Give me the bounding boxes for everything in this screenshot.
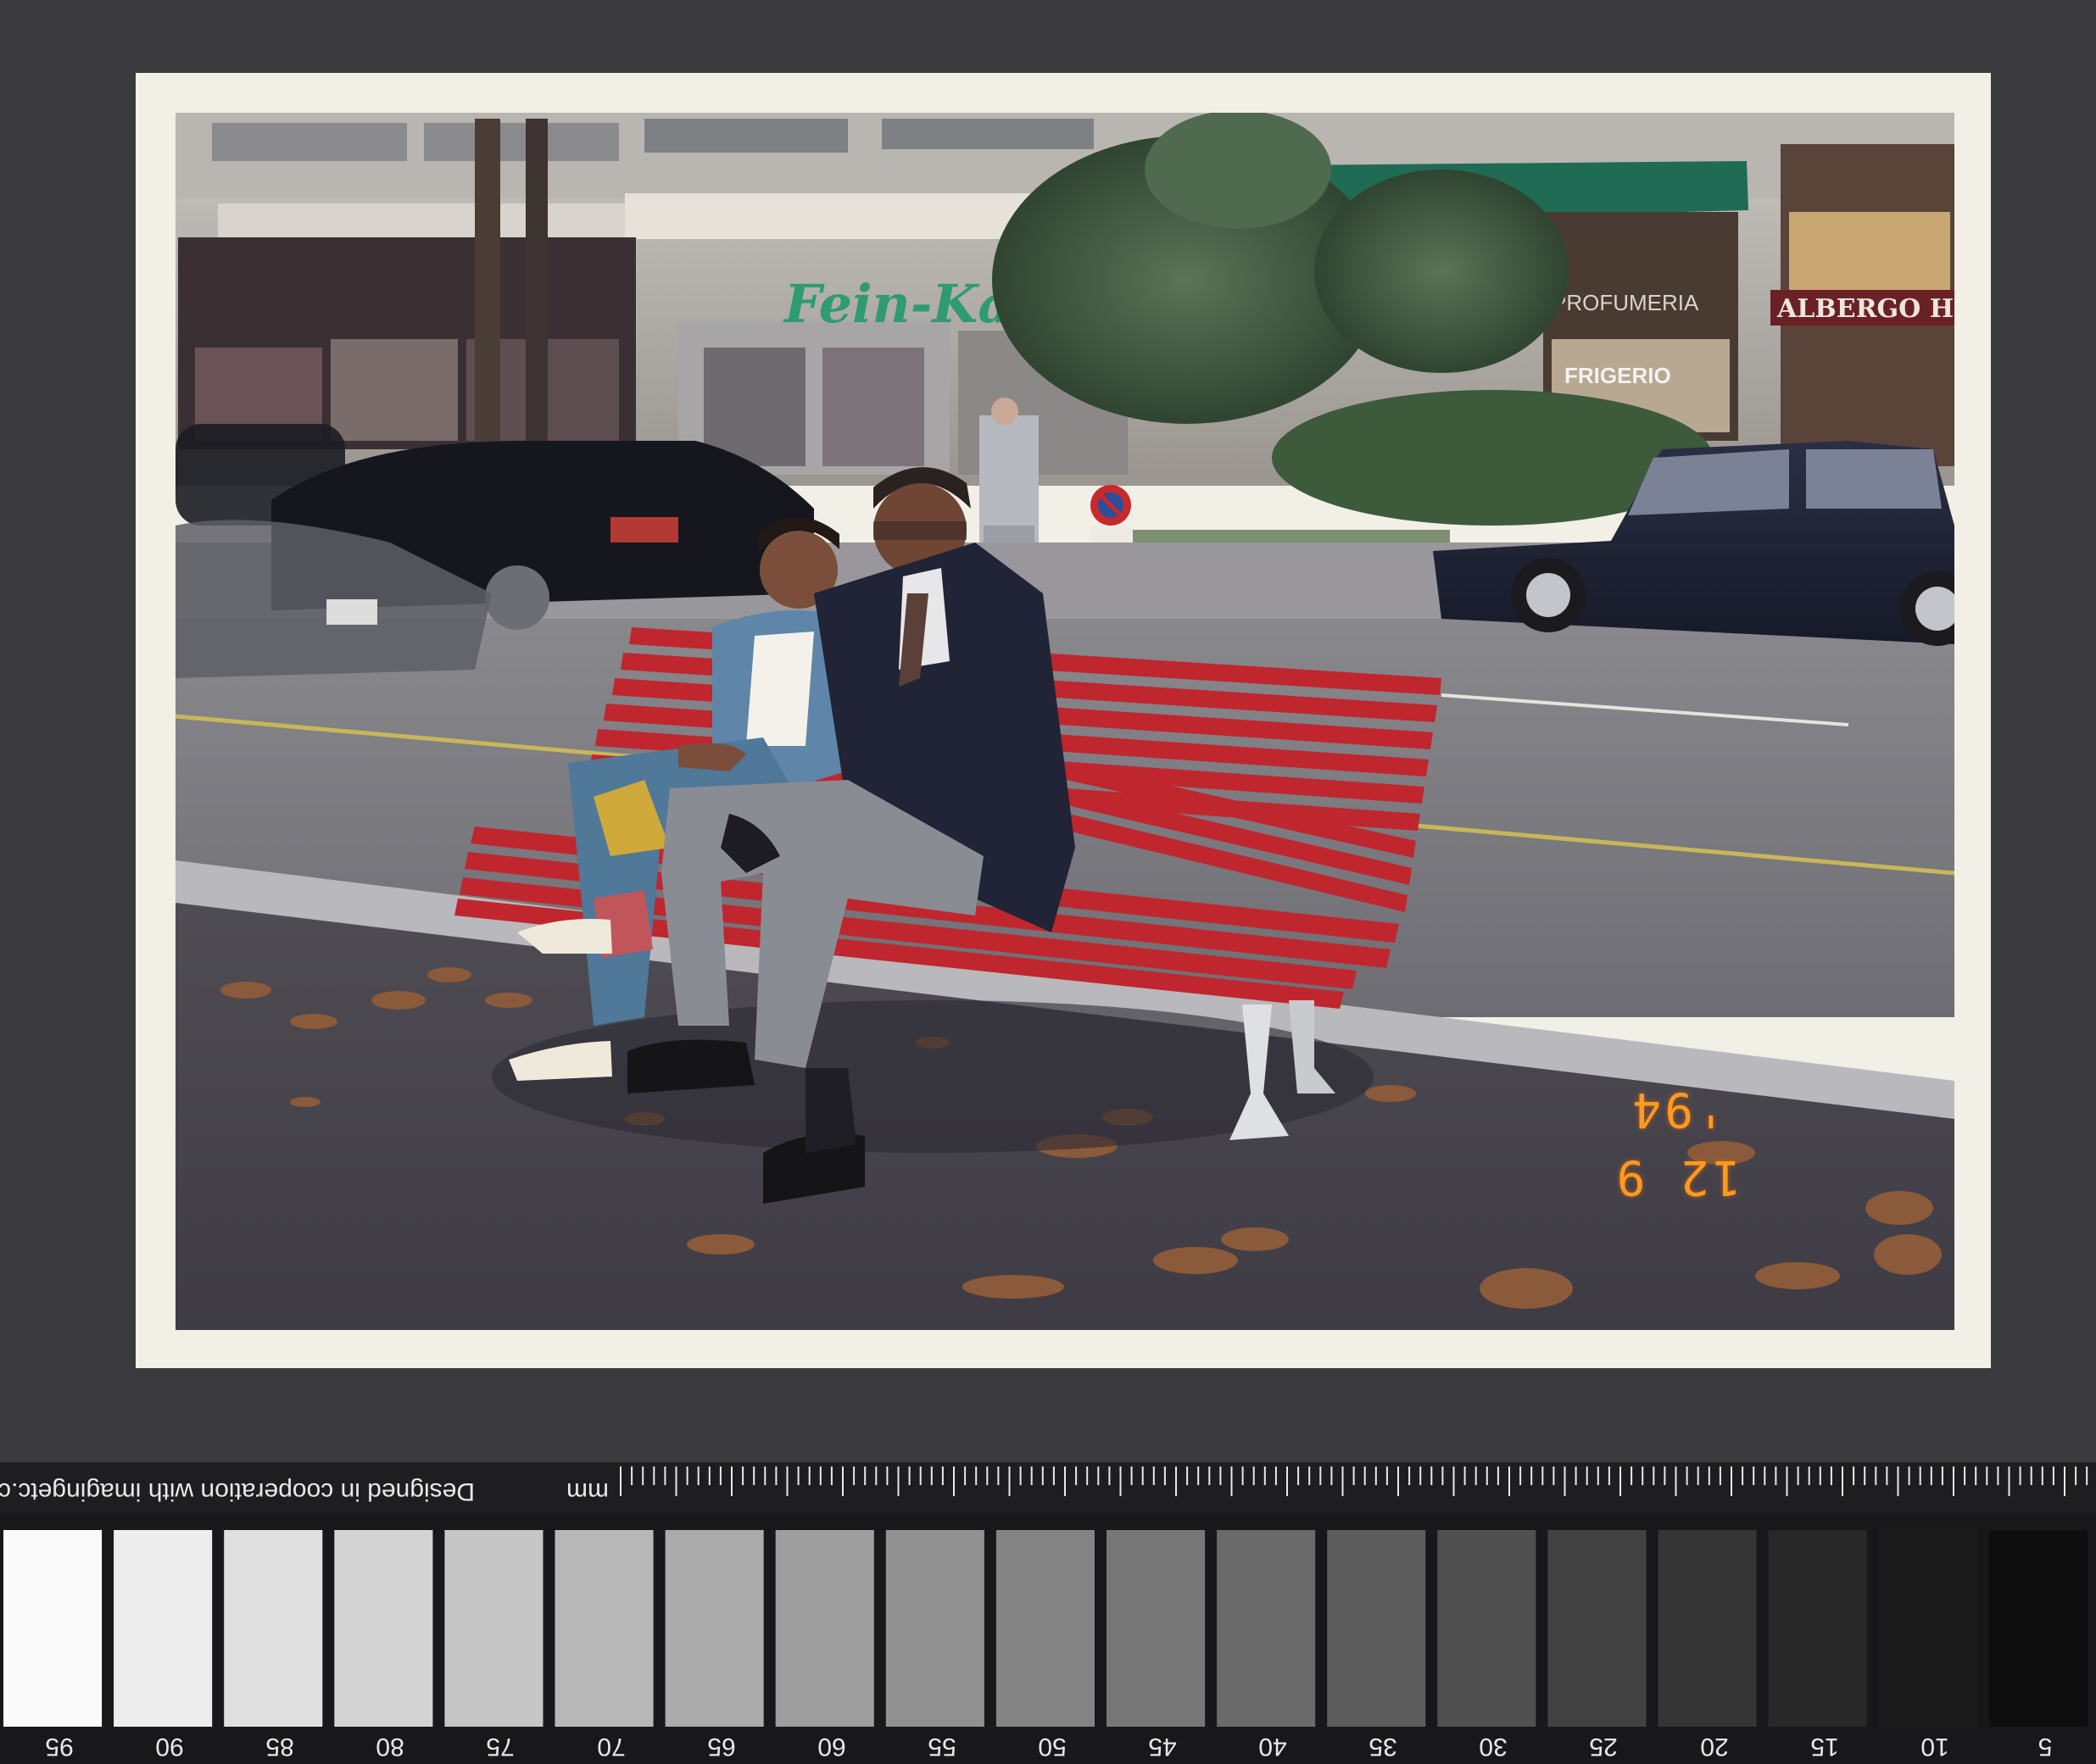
gray-patch [555,1530,654,1727]
gray-patch-label: 70 [596,1733,626,1761]
gray-patch-label: 35 [1369,1733,1397,1761]
gray-patch [885,1530,984,1727]
gray-patch [1658,1530,1757,1727]
gray-patch-label: 80 [376,1733,404,1761]
gray-patch [114,1530,213,1727]
gray-patch-label: 85 [265,1733,294,1761]
gray-patch-label: 30 [1479,1733,1508,1761]
pedestrian [979,415,1039,543]
gray-patch [775,1530,874,1727]
gray-patch [1437,1530,1536,1727]
color-target [0,1462,2096,1764]
gray-patch [665,1530,764,1727]
target-credit: Designed in cooperation with imagingetc.… [0,1477,475,1505]
sign-albergo: ALBERGO HO [1776,294,1976,324]
date-stamp: 12 9 '94 [1613,1082,1742,1205]
gray-patch-label: 90 [155,1733,184,1761]
gray-patch-label: 10 [1920,1733,1949,1761]
gray-patch-label: 75 [486,1733,516,1761]
gray-patch [1107,1530,1206,1727]
gray-patch-label: 60 [817,1733,846,1761]
gray-patch [3,1530,103,1727]
gray-patch-label: 5 [2037,1733,2053,1761]
awning-left [218,203,625,237]
awning-center [625,193,1032,239]
gray-patch [1768,1530,1867,1727]
palm-trunk [475,119,500,475]
gray-patch-label: 65 [706,1733,736,1761]
man-shoe-left [627,1039,755,1093]
gray-patch [995,1530,1095,1727]
gray-patch-label: 25 [1589,1733,1619,1761]
gray-patch [224,1530,323,1727]
palm-tree-right [1314,170,1569,373]
gray-patch-label: 15 [1809,1733,1839,1761]
gray-patch-label: 45 [1148,1733,1177,1761]
gray-patch [1327,1530,1426,1727]
gray-patch [444,1530,544,1727]
gray-patch [1988,1530,2088,1727]
gray-patch [334,1530,433,1727]
gray-patch [1878,1530,1977,1727]
gray-patch-label: 50 [1038,1733,1067,1761]
gray-patch-label: 95 [45,1733,74,1761]
ruler-unit-label: mm [566,1477,609,1505]
sign-frigerio: FRIGERIO [1564,363,1671,388]
gray-patch-label: 40 [1258,1733,1287,1761]
gray-patch [1547,1530,1647,1727]
gray-patches [3,1530,2088,1727]
gray-patch-label: 20 [1699,1733,1729,1761]
gray-patch [1217,1530,1316,1727]
sign-profumeria: PROFUMERIA [1552,290,1699,315]
gray-patch-label: 55 [928,1733,956,1761]
